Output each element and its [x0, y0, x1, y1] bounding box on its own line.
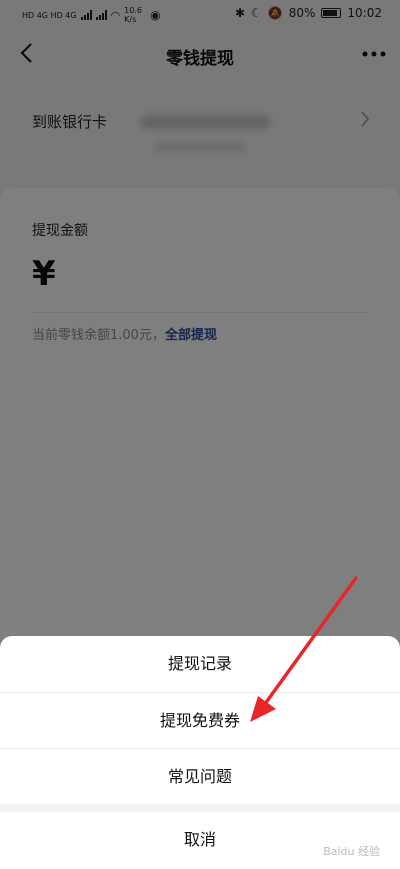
- sheet-item-faq[interactable]: 常见问题: [0, 749, 400, 805]
- screen: HD 4G HD 4G ◠ 10.6 K/s ◉ ✱ ☾ 🔕 80% 10:02…: [0, 0, 400, 869]
- sheet-item-withdraw-records[interactable]: 提现记录: [0, 636, 400, 692]
- action-sheet: 提现记录 提现免费券 常见问题 取消: [0, 636, 400, 869]
- cancel-button[interactable]: 取消: [0, 812, 400, 868]
- sheet-gap: [0, 804, 400, 812]
- sheet-item-free-coupons[interactable]: 提现免费券: [0, 693, 400, 749]
- watermark: Baidu 经验: [323, 845, 380, 858]
